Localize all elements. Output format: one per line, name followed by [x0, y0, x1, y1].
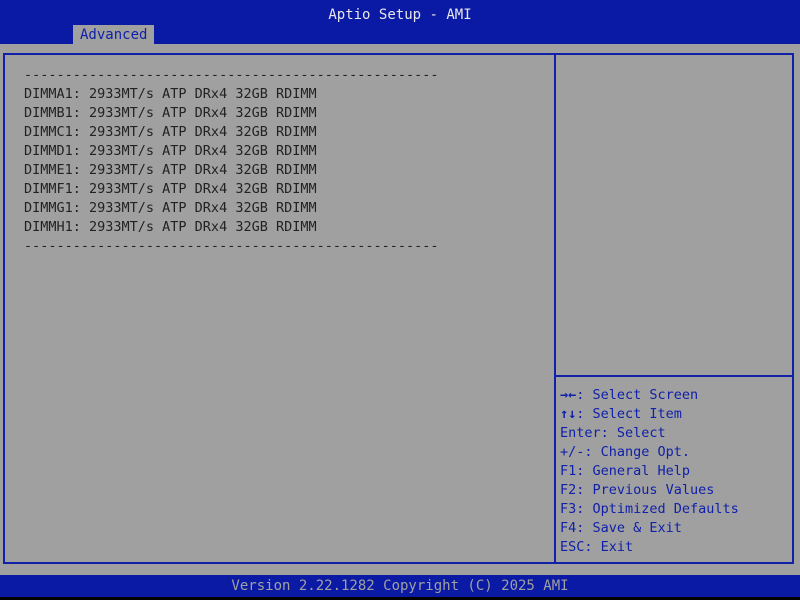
help-f3: F3: Optimized Defaults [560, 501, 739, 517]
setup-title: Aptio Setup - AMI [328, 7, 472, 23]
help-panel: →←: Select Screen ↑↓: Select Item Enter:… [560, 386, 790, 557]
dimm-info-pane: ----------------------------------------… [24, 66, 544, 256]
help-divider [556, 375, 792, 377]
separator-top: ----------------------------------------… [24, 67, 439, 83]
dimm-info-line: DIMME1: 2933MT/s ATP DRx4 32GB RDIMM [24, 162, 317, 178]
vertical-divider [554, 53, 556, 564]
up-down-arrows-icon: ↑↓ [560, 406, 577, 422]
help-change-opt: +/-: Change Opt. [560, 444, 691, 460]
help-select-item: ↑↓: Select Item [560, 405, 790, 424]
main-panel: ----------------------------------------… [0, 44, 800, 575]
dimm-info-line: DIMMF1: 2933MT/s ATP DRx4 32GB RDIMM [24, 181, 317, 197]
dimm-info-line: DIMMD1: 2933MT/s ATP DRx4 32GB RDIMM [24, 143, 317, 159]
help-select-screen: →←: Select Screen [560, 386, 790, 405]
dimm-info-line: DIMMA1: 2933MT/s ATP DRx4 32GB RDIMM [24, 86, 317, 102]
left-right-arrows-icon: →← [560, 387, 577, 403]
version-copyright: Version 2.22.1282 Copyright (C) 2025 AMI [231, 578, 569, 594]
help-text: : Select Screen [576, 387, 699, 403]
footer-bar: Version 2.22.1282 Copyright (C) 2025 AMI [0, 575, 800, 597]
dimm-info-line: DIMMG1: 2933MT/s ATP DRx4 32GB RDIMM [24, 200, 317, 216]
help-text: : Select Item [576, 406, 682, 422]
separator-bottom: ----------------------------------------… [24, 238, 439, 254]
title-bar: Aptio Setup - AMI Advanced [0, 0, 800, 44]
dimm-info-line: DIMMB1: 2933MT/s ATP DRx4 32GB RDIMM [24, 105, 317, 121]
help-enter: Enter: Select [560, 425, 666, 441]
dimm-info-line: DIMMH1: 2933MT/s ATP DRx4 32GB RDIMM [24, 219, 317, 235]
dimm-info-line: DIMMC1: 2933MT/s ATP DRx4 32GB RDIMM [24, 124, 317, 140]
help-f4: F4: Save & Exit [560, 520, 682, 536]
help-esc: ESC: Exit [560, 539, 634, 555]
tab-advanced[interactable]: Advanced [73, 25, 155, 44]
help-f1: F1: General Help [560, 463, 691, 479]
help-f2: F2: Previous Values [560, 482, 715, 498]
